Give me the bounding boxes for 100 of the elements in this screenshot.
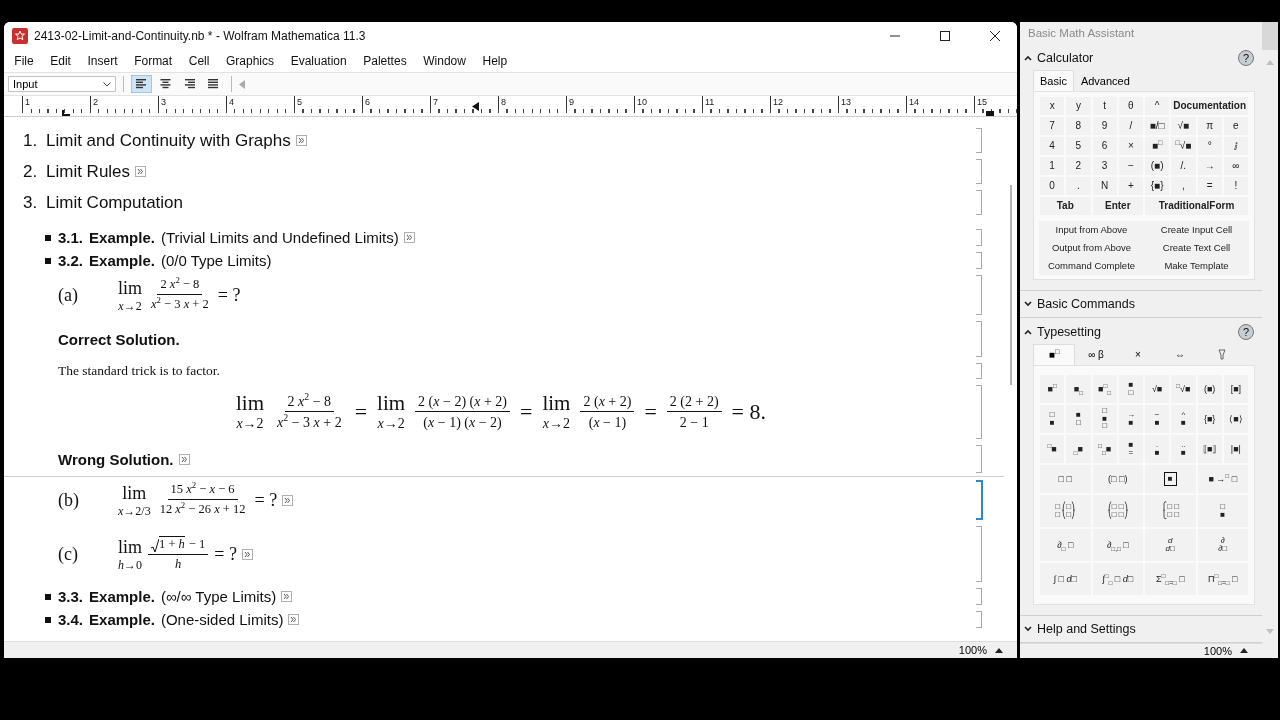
zoom-level[interactable]: 100%: [1203, 644, 1232, 657]
command-button[interactable]: Create Text Cell: [1144, 238, 1249, 257]
scroll-thumb[interactable]: [1262, 22, 1278, 50]
triangle-left-icon[interactable]: [239, 79, 245, 89]
palette-tab[interactable]: ■$^{□}$: [1033, 343, 1075, 365]
template-key[interactable]: . ■: [1144, 433, 1171, 464]
command-button[interactable]: Input from Above: [1039, 220, 1144, 239]
template-key[interactable]: [■]: [1222, 373, 1249, 404]
cell-bracket[interactable]: [976, 252, 982, 269]
template-key[interactable]: □ ⎛□⎞ □ ⎝□⎠: [1039, 493, 1092, 528]
closed-group-icon[interactable]: [403, 232, 415, 243]
template-key[interactable]: ^ ■: [1170, 403, 1197, 434]
command-button[interactable]: Output from Above: [1039, 238, 1144, 257]
cell-bracket[interactable]: [976, 275, 982, 315]
cell-bracket[interactable]: [976, 128, 982, 153]
template-key[interactable]: (■): [1196, 373, 1223, 404]
calculator-key[interactable]: 7: [1039, 115, 1066, 136]
help-icon[interactable]: ?: [1238, 49, 1254, 66]
template-key[interactable]: ■ □: [1065, 403, 1092, 434]
caret-icon[interactable]: [1024, 54, 1032, 61]
calculator-key[interactable]: TraditionalForm: [1144, 195, 1249, 216]
closed-group-icon[interactable]: [281, 591, 293, 602]
cell-insertion-line[interactable]: [4, 476, 1004, 477]
caret-icon[interactable]: [1024, 328, 1032, 335]
command-button[interactable]: Command Complete: [1039, 256, 1144, 275]
calculator-key[interactable]: y: [1065, 95, 1092, 116]
template-key[interactable]: □ ■: [1039, 403, 1066, 434]
calculator-key[interactable]: √■: [1170, 115, 1197, 136]
template-key[interactable]: ■ →$^{□}$ □: [1196, 463, 1249, 494]
closed-group-icon[interactable]: [241, 548, 253, 560]
palette-section-title[interactable]: Basic Commands: [1037, 296, 1254, 311]
template-key[interactable]: ∂ ∂□: [1196, 527, 1249, 562]
closed-group-icon[interactable]: [282, 494, 294, 506]
palette-section-title[interactable]: Typesetting: [1037, 324, 1233, 339]
margin-marker-icon[interactable]: [986, 111, 994, 116]
calculator-key[interactable]: ■$^{□}$: [1144, 135, 1171, 156]
calculator-key[interactable]: /.: [1170, 155, 1197, 176]
cell-bracket[interactable]: [976, 526, 982, 582]
calculator-key[interactable]: 1: [1039, 155, 1066, 176]
menu-item[interactable]: Insert: [79, 54, 126, 68]
caret-icon[interactable]: [1024, 300, 1032, 307]
palette-section-title[interactable]: Calculator: [1037, 50, 1233, 65]
palette-tab[interactable]: Basic: [1033, 69, 1074, 91]
caret-icon[interactable]: [1024, 625, 1032, 632]
calculator-key[interactable]: .: [1065, 175, 1092, 196]
cell-bracket[interactable]: [976, 588, 982, 605]
template-key[interactable]: ∂$_{□}$ □: [1039, 527, 1092, 562]
ruler[interactable]: 1 2 3 4 5 6 7 8 9 10 11 12 13 14 15: [4, 96, 1017, 117]
calculator-key[interactable]: 4: [1039, 135, 1066, 156]
template-key[interactable]: d d□: [1144, 527, 1197, 562]
calculator-key[interactable]: Documentation: [1170, 95, 1249, 116]
template-key[interactable]: □ □: [1039, 463, 1092, 494]
template-key[interactable]: $^{□}$■: [1039, 433, 1066, 464]
cell-bracket[interactable]: [976, 321, 982, 357]
template-key[interactable]: ⎧□ □ ⎩□ □: [1144, 493, 1197, 528]
template-key[interactable]: ■$^{□}$: [1039, 373, 1066, 404]
command-button[interactable]: Create Input Cell: [1144, 220, 1249, 239]
align-button[interactable]: [131, 75, 152, 93]
command-button[interactable]: Make Template: [1144, 256, 1249, 275]
closed-group-icon[interactable]: [288, 614, 300, 625]
calculator-key[interactable]: (■): [1144, 155, 1171, 176]
template-key[interactable]: (□ □): [1091, 463, 1144, 494]
template-key[interactable]: □ ■: [1196, 493, 1249, 528]
help-icon[interactable]: ?: [1238, 323, 1254, 340]
cell-bracket[interactable]: [976, 190, 982, 215]
zoom-menu-icon[interactable]: [995, 647, 1003, 653]
calculator-key[interactable]: Tab: [1039, 195, 1092, 216]
indent-marker-icon[interactable]: [62, 110, 70, 116]
menu-item[interactable]: Format: [125, 54, 181, 68]
menu-item[interactable]: File: [6, 54, 42, 68]
template-key[interactable]: − ■: [1144, 403, 1171, 434]
calculator-key[interactable]: {■}: [1144, 175, 1171, 196]
menu-item[interactable]: Window: [414, 54, 475, 68]
menu-item[interactable]: Graphics: [217, 54, 283, 68]
calculator-key[interactable]: 5: [1065, 135, 1092, 156]
closed-group-icon[interactable]: [295, 135, 307, 146]
calculator-key[interactable]: ^: [1144, 95, 1171, 116]
calculator-key[interactable]: ,: [1170, 175, 1197, 196]
cell-bracket[interactable]: [976, 159, 982, 184]
calculator-key[interactable]: ■/□: [1144, 115, 1171, 136]
cell-bracket[interactable]: [976, 445, 982, 473]
template-key[interactable]: ■: [1144, 463, 1197, 494]
calculator-key[interactable]: 8: [1065, 115, 1092, 136]
template-key[interactable]: .. ■: [1170, 433, 1197, 464]
template-key[interactable]: Σ$^{□}$$_{□=□}$ □: [1144, 561, 1197, 596]
calculator-key[interactable]: 2: [1065, 155, 1092, 176]
template-key[interactable]: ⎛□ □⎞ ⎝□ □⎠: [1091, 493, 1144, 528]
closed-group-icon[interactable]: [135, 166, 147, 177]
template-key[interactable]: ∂$_{□,□}$ □: [1091, 527, 1144, 562]
calculator-key[interactable]: 0: [1039, 175, 1066, 196]
template-key[interactable]: ■ □: [1117, 373, 1144, 404]
cell-bracket[interactable]: [976, 480, 983, 520]
template-key[interactable]: Π$^{□}$$_{□=□}$ □: [1196, 561, 1249, 596]
cell-bracket[interactable]: [976, 611, 982, 628]
calculator-key[interactable]: $^{□}$√■: [1170, 135, 1197, 156]
template-key[interactable]: $_{□}$■: [1065, 433, 1092, 464]
menu-item[interactable]: Edit: [41, 54, 80, 68]
calculator-key[interactable]: x: [1039, 95, 1066, 116]
template-key[interactable]: √■: [1144, 373, 1171, 404]
zoom-menu-icon[interactable]: [1240, 648, 1248, 654]
